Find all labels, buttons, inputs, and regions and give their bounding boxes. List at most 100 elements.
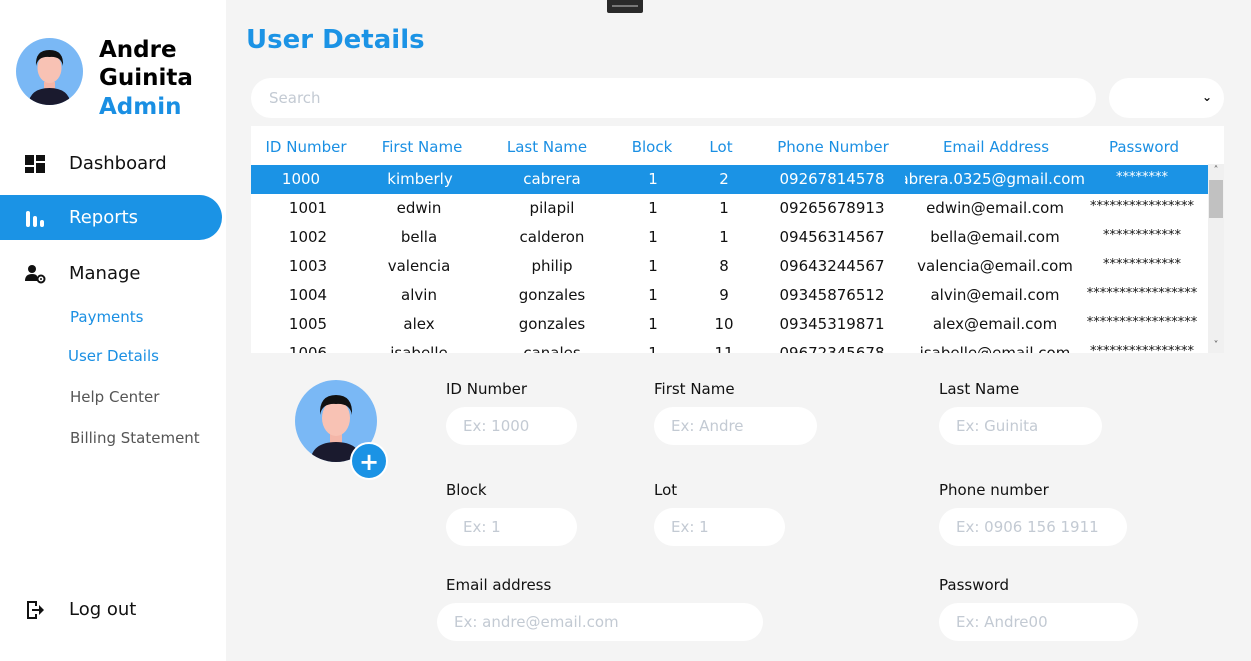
add-photo-button[interactable]: + — [350, 442, 388, 480]
cell-first-name: kimberly — [387, 170, 453, 188]
block-field[interactable] — [446, 508, 577, 546]
cell-lot: 11 — [714, 344, 734, 353]
id-number-field[interactable] — [446, 407, 577, 445]
cell-lot: 1 — [719, 199, 729, 217]
cell-lot: 1 — [719, 228, 729, 246]
sidebar: Andre Guinita Admin Dashboard Reports Ma… — [0, 0, 226, 661]
cell-email: isabelle@email.com — [919, 344, 1071, 353]
sub-item-billing-statement[interactable]: Billing Statement — [70, 429, 200, 447]
scroll-up-icon[interactable]: ˄ — [1208, 164, 1224, 178]
cell-phone: 09267814578 — [779, 170, 885, 188]
nav-reports[interactable]: Reports — [0, 195, 222, 240]
cell-block: 1 — [648, 170, 658, 188]
cell-last-name: gonzales — [518, 315, 586, 333]
email-address-label: Email address — [446, 576, 552, 594]
nav-manage[interactable]: Manage — [0, 251, 222, 296]
cell-password: ******** — [1116, 170, 1168, 185]
block-label: Block — [446, 481, 487, 499]
search-input[interactable] — [251, 78, 1096, 118]
sub-item-user-details[interactable]: User Details — [68, 347, 159, 365]
cell-id: 1001 — [288, 199, 328, 217]
cell-email: bella@email.com — [930, 228, 1060, 246]
email-address-field[interactable] — [437, 603, 763, 641]
last-name-label: Last Name — [939, 380, 1020, 398]
table-row[interactable]: 1005 alex gonzales 1 10 09345319871 alex… — [251, 310, 1208, 339]
cell-password: ************ — [1103, 257, 1181, 272]
table-row[interactable]: 1002 bella calderon 1 1 09456314567 bell… — [251, 223, 1208, 252]
cell-lot: 10 — [714, 315, 734, 333]
cell-last-name: canales — [523, 344, 581, 353]
cell-block: 1 — [648, 199, 658, 217]
lot-field[interactable] — [654, 508, 785, 546]
logout-icon — [27, 601, 44, 619]
cell-id: 1004 — [288, 286, 328, 304]
cell-first-name: alex — [403, 315, 435, 333]
table-row[interactable]: 1000 kimberly cabrera 1 2 09267814578 ki… — [251, 165, 1208, 194]
phone-number-field[interactable] — [939, 508, 1127, 546]
cell-block: 1 — [648, 315, 658, 333]
cell-phone: 09345319871 — [779, 315, 885, 333]
cell-password: **************** — [1090, 344, 1194, 353]
table-row[interactable]: 1006 isabelle canales 1 11 09672345678 i… — [251, 339, 1208, 353]
nav-logout[interactable]: Log out — [0, 587, 222, 632]
scroll-down-icon[interactable]: ˅ — [1208, 339, 1224, 353]
table-row[interactable]: 1003 valencia philip 1 8 09643244567 val… — [251, 252, 1208, 281]
column-header[interactable]: ID Number — [266, 138, 347, 156]
cell-first-name: isabelle — [390, 344, 448, 353]
cell-first-name: bella — [400, 228, 438, 246]
cell-block: 1 — [648, 286, 658, 304]
user-settings-icon — [25, 265, 46, 284]
chevron-down-icon: ⌄ — [1201, 90, 1212, 104]
cell-last-name: cabrera — [523, 170, 581, 188]
user-name: Andre Guinita — [99, 36, 219, 92]
password-field[interactable] — [939, 603, 1138, 641]
cell-email: kimberlymycabrera.0325@gmail.com — [905, 170, 1085, 188]
cell-lot: 9 — [719, 286, 729, 304]
page-title: User Details — [246, 25, 425, 55]
table-header: ID Number First Name Last Name Block Lot… — [251, 126, 1224, 164]
cell-first-name: alvin — [401, 286, 437, 304]
cell-last-name: philip — [531, 257, 573, 275]
sub-item-help-center[interactable]: Help Center — [70, 388, 159, 406]
cell-block: 1 — [648, 257, 658, 275]
cell-block: 1 — [648, 228, 658, 246]
user-role: Admin — [99, 94, 182, 120]
cell-phone: 09345876512 — [779, 286, 885, 304]
column-header[interactable]: Lot — [709, 138, 732, 156]
window-drag-handle[interactable] — [607, 0, 643, 13]
table-row[interactable]: 1001 edwin pilapil 1 1 09265678913 edwin… — [251, 194, 1208, 223]
table-scrollbar[interactable]: ˄ ˅ — [1208, 164, 1224, 353]
cell-lot: 8 — [719, 257, 729, 275]
cell-password: ************ — [1103, 228, 1181, 243]
column-header[interactable]: First Name — [382, 138, 463, 156]
user-last-name: Guinita — [99, 65, 193, 91]
profile-avatar — [16, 38, 83, 105]
cell-id: 1002 — [288, 228, 328, 246]
cell-first-name: valencia — [387, 257, 451, 275]
column-header[interactable]: Block — [632, 138, 673, 156]
cell-last-name: pilapil — [529, 199, 575, 217]
password-label: Password — [939, 576, 1010, 594]
last-name-field[interactable] — [939, 407, 1102, 445]
column-header[interactable]: Last Name — [507, 138, 587, 156]
cell-block: 1 — [648, 344, 658, 353]
column-header[interactable]: Email Address — [943, 138, 1049, 156]
cell-id: 1000 — [281, 170, 321, 188]
filter-select[interactable]: ⌄ — [1109, 78, 1224, 118]
phone-number-label: Phone number — [939, 481, 1049, 499]
nav-dashboard[interactable]: Dashboard — [0, 141, 222, 186]
column-header[interactable]: Phone Number — [777, 138, 889, 156]
sub-item-payments[interactable]: Payments — [70, 308, 143, 326]
nav-manage-label: Manage — [69, 263, 141, 284]
scrollbar-thumb[interactable] — [1209, 180, 1223, 218]
table-row[interactable]: 1004 alvin gonzales 1 9 09345876512 alvi… — [251, 281, 1208, 310]
cell-last-name: calderon — [519, 228, 585, 246]
user-table: ID Number First Name Last Name Block Lot… — [251, 126, 1224, 353]
column-header[interactable]: Password — [1109, 138, 1179, 156]
cell-id: 1006 — [288, 344, 328, 353]
first-name-field[interactable] — [654, 407, 817, 445]
first-name-label: First Name — [654, 380, 735, 398]
cell-id: 1003 — [288, 257, 328, 275]
cell-phone: 09456314567 — [779, 228, 885, 246]
nav-logout-label: Log out — [69, 599, 137, 620]
